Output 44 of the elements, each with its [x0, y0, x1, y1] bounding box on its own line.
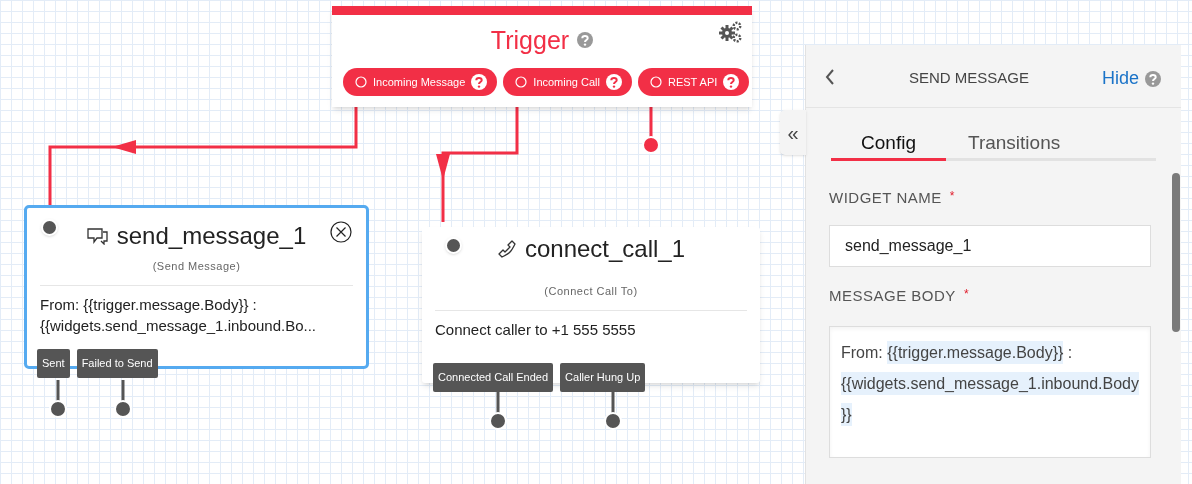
trigger-title: Trigger — [490, 25, 570, 56]
trigger-output-button[interactable]: Incoming Call — [503, 68, 632, 96]
transition-tag[interactable]: Connected Call Ended — [433, 363, 554, 392]
widget-type: (Send Message) — [151, 259, 242, 274]
help-icon[interactable] — [723, 74, 740, 90]
widget-title: send_message_1 — [116, 221, 307, 251]
chat-bubbles-icon — [86, 227, 109, 245]
required-mark: * — [949, 188, 955, 205]
text-field[interactable]: send_message_1 — [829, 224, 1151, 267]
collapse-button[interactable]: « — [780, 110, 806, 155]
panel-tab[interactable]: Config — [831, 128, 946, 161]
trigger-card[interactable]: Trigger Incoming Message Incoming Call REST API — [332, 6, 752, 107]
transition-tag[interactable]: Caller Hung Up — [560, 363, 646, 392]
help-icon[interactable] — [577, 32, 594, 48]
radio-icon — [355, 76, 367, 88]
radio-icon — [515, 76, 528, 88]
help-icon[interactable] — [471, 74, 488, 90]
hide-link[interactable]: Hide — [1101, 65, 1139, 92]
message-body-field[interactable]: From: {{trigger.message.Body}} : {{widgets.send_message_1.inbound.Body}} — [829, 326, 1151, 458]
field-label: MESSAGE BODY — [829, 285, 956, 306]
transition-tag[interactable]: Sent — [37, 349, 70, 378]
connector-dot[interactable] — [604, 412, 622, 430]
required-mark: * — [963, 285, 970, 303]
back-icon[interactable] — [825, 69, 835, 85]
radio-icon — [649, 76, 662, 88]
connector-dot[interactable] — [49, 400, 67, 418]
panel-title: SEND MESSAGE — [909, 68, 1030, 88]
field-label: WIDGET NAME — [829, 188, 942, 208]
widget-type: (Connect Call To) — [543, 284, 639, 299]
scrollbar-thumb[interactable] — [1172, 173, 1180, 332]
widget-body: From: {{trigger.message.Body}} : {{widgets.send_message_1.inbound.Bo... — [40, 294, 318, 336]
widget-body: Connect caller to +1 555 5555 — [435, 319, 637, 340]
close-icon[interactable] — [330, 221, 352, 243]
connector-dot[interactable] — [114, 400, 132, 418]
settings-icon[interactable] — [719, 21, 742, 43]
transition-tag[interactable]: Failed to Send — [76, 349, 158, 378]
trigger-output-button[interactable]: Incoming Message — [343, 68, 498, 96]
trigger-output-button[interactable]: REST API — [637, 68, 750, 96]
panel-tab[interactable]: Transitions — [946, 128, 1083, 161]
help-icon[interactable] — [1145, 70, 1161, 87]
phone-icon — [496, 239, 517, 259]
help-icon[interactable] — [605, 74, 622, 90]
connector-dot[interactable] — [489, 412, 507, 430]
widget-title: connect_call_1 — [524, 234, 686, 264]
